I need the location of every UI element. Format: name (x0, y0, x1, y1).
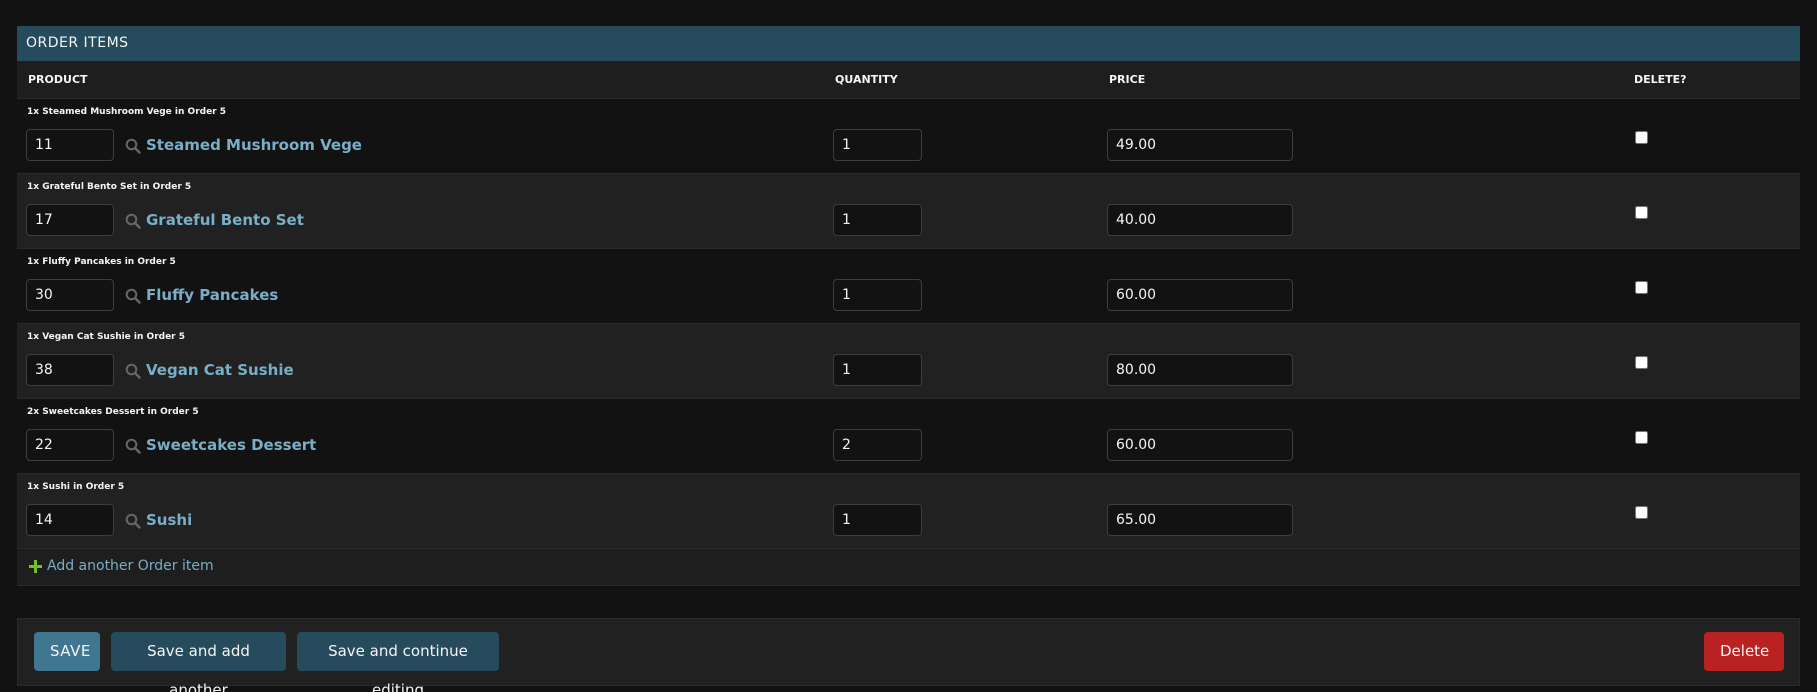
delete-checkbox[interactable] (1635, 131, 1648, 144)
product-id-input[interactable] (26, 504, 114, 536)
quantity-input[interactable] (833, 204, 922, 236)
price-input[interactable] (1107, 429, 1293, 461)
product-name-link[interactable]: Fluffy Pancakes (146, 286, 278, 304)
quantity-input[interactable] (833, 279, 922, 311)
row-caption: 1x Sushi in Order 5 (27, 482, 125, 492)
search-icon[interactable] (125, 213, 141, 229)
search-icon[interactable] (125, 363, 141, 379)
order-item-row: 1x Fluffy Pancakes in Order 5 Fluffy Pan… (17, 249, 1800, 324)
inline-title: ORDER ITEMS (17, 26, 1800, 61)
order-item-row: 2x Sweetcakes Dessert in Order 5 Sweetca… (17, 399, 1800, 474)
quantity-input[interactable] (833, 354, 922, 386)
price-input[interactable] (1107, 354, 1293, 386)
product-name-link[interactable]: Grateful Bento Set (146, 211, 304, 229)
row-caption: 2x Sweetcakes Dessert in Order 5 (27, 407, 199, 417)
column-header-quantity: QUANTITY (835, 73, 898, 86)
delete-checkbox[interactable] (1635, 281, 1648, 294)
row-caption: 1x Steamed Mushroom Vege in Order 5 (27, 107, 227, 117)
order-items-inline: ORDER ITEMS PRODUCT QUANTITY PRICE DELET… (17, 26, 1800, 586)
product-id-input[interactable] (26, 429, 114, 461)
order-item-row: 1x Steamed Mushroom Vege in Order 5 Stea… (17, 99, 1800, 174)
save-and-add-another-button[interactable]: Save and add another (111, 632, 286, 692)
add-link-label: Add another Order item (47, 558, 214, 574)
product-id-input[interactable] (26, 204, 114, 236)
delete-checkbox[interactable] (1635, 206, 1648, 219)
price-input[interactable] (1107, 279, 1293, 311)
column-header-row: PRODUCT QUANTITY PRICE DELETE? (17, 61, 1800, 99)
quantity-input[interactable] (833, 504, 922, 536)
search-icon[interactable] (125, 438, 141, 454)
product-id-input[interactable] (26, 129, 114, 161)
submit-row: SAVE Save and add another Save and conti… (17, 618, 1800, 692)
row-caption: 1x Grateful Bento Set in Order 5 (27, 182, 192, 192)
product-id-input[interactable] (26, 279, 114, 311)
quantity-input[interactable] (833, 129, 922, 161)
plus-icon (29, 559, 42, 573)
add-another-order-item-link[interactable]: Add another Order item (29, 558, 214, 574)
save-button[interactable]: SAVE (34, 632, 100, 671)
column-header-delete: DELETE? (1634, 73, 1687, 86)
product-name-link[interactable]: Steamed Mushroom Vege (146, 136, 362, 154)
search-icon[interactable] (125, 513, 141, 529)
product-name-link[interactable]: Sushi (146, 511, 192, 529)
order-item-row: 1x Sushi in Order 5 Sushi (17, 474, 1800, 549)
column-header-product: PRODUCT (28, 73, 88, 86)
search-icon[interactable] (125, 138, 141, 154)
order-item-row: 1x Vegan Cat Sushie in Order 5 Vegan Cat… (17, 324, 1800, 399)
order-item-row: 1x Grateful Bento Set in Order 5 Gratefu… (17, 174, 1800, 249)
add-row: Add another Order item (17, 549, 1800, 586)
save-and-continue-button[interactable]: Save and continue editing (297, 632, 499, 692)
delete-checkbox[interactable] (1635, 356, 1648, 369)
product-id-input[interactable] (26, 354, 114, 386)
delete-checkbox[interactable] (1635, 431, 1648, 444)
column-header-price: PRICE (1109, 73, 1146, 86)
delete-checkbox[interactable] (1635, 506, 1648, 519)
row-caption: 1x Fluffy Pancakes in Order 5 (27, 257, 176, 267)
product-name-link[interactable]: Vegan Cat Sushie (146, 361, 294, 379)
price-input[interactable] (1107, 504, 1293, 536)
quantity-input[interactable] (833, 429, 922, 461)
product-name-link[interactable]: Sweetcakes Dessert (146, 436, 316, 454)
row-caption: 1x Vegan Cat Sushie in Order 5 (27, 332, 186, 342)
search-icon[interactable] (125, 288, 141, 304)
price-input[interactable] (1107, 204, 1293, 236)
delete-button[interactable]: Delete (1704, 632, 1784, 671)
order-item-rows: 1x Steamed Mushroom Vege in Order 5 Stea… (17, 99, 1800, 549)
order-admin-page: ORDER ITEMS PRODUCT QUANTITY PRICE DELET… (0, 0, 1817, 692)
price-input[interactable] (1107, 129, 1293, 161)
